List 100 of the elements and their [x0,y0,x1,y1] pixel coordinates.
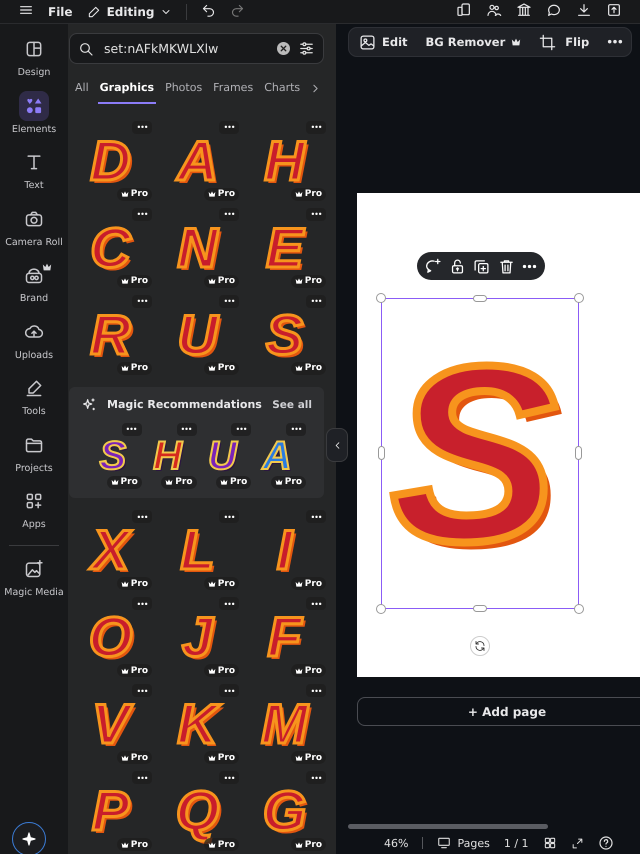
crown-icon [294,666,303,674]
crown-icon [294,754,303,762]
duplicate-button[interactable] [473,258,490,274]
sidebar-item[interactable]: Text [0,147,68,204]
comment-button[interactable] [424,258,442,274]
more-button[interactable] [122,422,142,436]
crown-icon [294,190,303,198]
more-options-button[interactable] [607,39,624,45]
sidebar-item[interactable]: Camera Roll [0,204,68,260]
more-button[interactable] [306,510,326,523]
comment-icon [546,2,562,18]
resize-handle[interactable] [376,293,386,303]
resize-handle[interactable] [574,293,584,303]
more-icon [310,514,322,518]
category-tab[interactable]: Graphics [98,73,156,104]
more-button[interactable] [132,120,152,134]
edit-button[interactable]: Edit [359,34,408,50]
fullscreen-button[interactable] [570,836,584,850]
more-icon [136,299,148,303]
more-icon [310,212,322,216]
crown-icon [208,277,216,286]
pages-button[interactable]: Pages [437,836,490,850]
more-button[interactable] [132,510,152,523]
more-icon [607,39,624,45]
pro-label: Pro [304,752,322,762]
crown-icon [120,666,129,674]
more-button[interactable] [219,510,239,523]
more-icon [224,514,234,518]
more-button[interactable] [219,120,239,134]
more-button[interactable] [306,597,326,610]
crop-button[interactable] [539,34,556,50]
resize-handle[interactable] [574,604,584,614]
crown-icon [511,37,522,47]
more-button[interactable] [219,684,239,697]
more-icon [236,427,247,431]
pro-label: Pro [130,578,148,588]
crown-icon [208,364,216,372]
page-counter: 1 / 1 [504,836,529,850]
letter-graphic[interactable]: S [386,328,574,578]
more-button[interactable] [522,264,538,268]
filter-button[interactable] [298,40,315,58]
sidebar-item[interactable]: Design [0,34,68,90]
see-all-link[interactable]: See all [272,398,312,411]
resize-handle[interactable] [473,295,487,302]
category-tab[interactable]: All [73,73,91,104]
more-button[interactable] [132,208,152,221]
more-button[interactable] [286,422,306,436]
crown-icon [120,754,129,762]
category-tab[interactable]: Photos [163,73,204,104]
clear-button[interactable] [277,42,290,56]
editing-mode-button[interactable]: Editing [86,4,172,18]
more-button[interactable] [306,120,326,134]
delete-button[interactable] [498,258,515,274]
flip-button[interactable]: Flip [565,35,590,49]
more-button[interactable] [176,422,196,436]
sidebar-item[interactable]: Brand [0,260,68,316]
scrollbar[interactable] [348,824,548,829]
add-page-button[interactable]: + Add page [357,697,640,726]
more-button[interactable] [219,771,239,784]
pencil-icon [86,4,101,18]
category-tab[interactable]: Charts [262,73,302,104]
more-button[interactable] [306,684,326,697]
more-button[interactable] [132,597,152,610]
resize-handle[interactable] [473,605,487,612]
more-button[interactable] [219,208,239,221]
more-button[interactable] [306,294,326,308]
category-tab[interactable]: Frames [211,73,256,104]
more-icon [224,776,234,780]
search-field[interactable]: set:nAFkMKWLXlw [69,33,324,64]
trash-icon [498,258,515,274]
more-button[interactable] [231,422,252,436]
file-menu[interactable]: File [48,4,73,18]
rotate-handle[interactable] [470,636,490,656]
more-button[interactable] [132,684,152,697]
more-button[interactable] [219,294,239,308]
more-icon [310,602,322,606]
sidebar-item[interactable]: Magic Media [0,554,68,610]
help-button[interactable] [598,835,614,851]
more-button[interactable] [306,771,326,784]
columns-icon [516,2,532,18]
grid-view-button[interactable] [542,836,557,850]
search-input[interactable]: set:nAFkMKWLXlw [102,40,269,58]
resize-handle[interactable] [376,604,386,614]
bg-remover-button[interactable]: BG Remover [426,35,522,49]
assistant-button[interactable] [12,822,46,854]
sidebar-item[interactable]: Elements [0,90,68,147]
more-button[interactable] [132,294,152,308]
crown-icon [120,580,129,588]
resize-handle[interactable] [378,446,385,460]
pro-label: Pro [130,840,148,850]
more-button[interactable] [219,597,239,610]
more-button[interactable] [132,771,152,784]
sidebar-item[interactable]: Apps [0,486,68,542]
share-icon [606,2,622,18]
resize-handle[interactable] [575,446,582,460]
zoom-level[interactable]: 46% [384,836,408,850]
sidebar-item[interactable]: Uploads [0,316,68,373]
sidebar-item[interactable]: Projects [0,430,68,486]
more-button[interactable] [306,208,326,221]
sidebar-item[interactable]: Tools [0,373,68,430]
